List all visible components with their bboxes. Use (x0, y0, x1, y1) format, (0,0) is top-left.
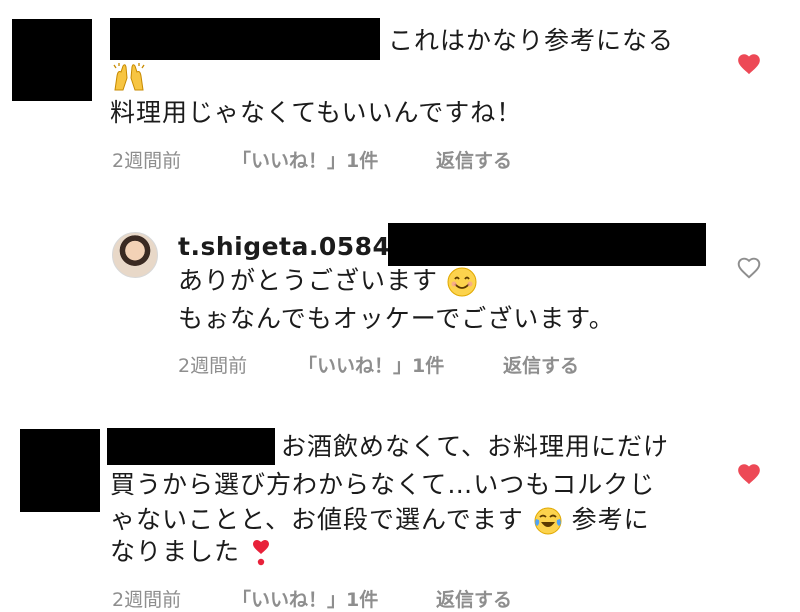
comment-time: 2週間前 (112, 150, 182, 172)
comment-3: お酒飲めなくて、お料理用にだけ 買うから選び方わからなくて…いつもコルクじ ゃな… (0, 415, 800, 611)
comment-text-line-2: 料理用じゃなくてもいいんですね！ (110, 98, 523, 127)
like-heart-icon[interactable] (736, 461, 762, 487)
heart-exclamation-icon (252, 540, 269, 566)
username[interactable]: t.shigeta.0584 (178, 232, 390, 261)
avatar-redacted[interactable] (20, 429, 100, 512)
comment-1: これはかなり参考になる 料理用じゃなくてもいいんですね！ 2週間前 「いいね！」… (0, 0, 800, 185)
like-heart-icon[interactable] (736, 51, 762, 77)
text-redacted (388, 223, 706, 266)
comment-time: 2週間前 (112, 589, 182, 611)
comment-text-line-2: もぉなんでもオッケーでございます。 (178, 304, 615, 333)
comment-text-line-3a: ゃないことと、お値段で選んでます (110, 505, 524, 534)
tears-of-joy-icon (534, 507, 562, 535)
comment-text-line-1-text: ありがとうございます (178, 266, 439, 295)
reply-button[interactable]: 返信する (436, 146, 512, 173)
comment-text-line-3: ゃないことと、お値段で選んでます 参考に (110, 503, 650, 537)
like-heart-outline-icon[interactable] (736, 255, 762, 281)
likes-count-link[interactable]: 「いいね！」1件 (298, 351, 444, 378)
comment-text-line-3b: 参考に (571, 505, 650, 534)
comment-text-line-4: なりました (110, 535, 273, 569)
username-redacted[interactable] (107, 428, 275, 465)
comment-text-line-1: これはかなり参考になる (388, 26, 675, 55)
avatar[interactable] (112, 232, 158, 278)
comment-text-line-1: お酒飲めなくて、お料理用にだけ (281, 432, 670, 461)
likes-count-link[interactable]: 「いいね！」1件 (232, 146, 378, 173)
reply-button[interactable]: 返信する (503, 351, 579, 378)
raising-hands-icon (113, 63, 145, 91)
avatar-redacted[interactable] (12, 19, 92, 101)
comment-2-reply: t.shigeta.0584 ありがとうございます もぉなんでもオッケーでござい… (0, 215, 800, 385)
likes-count-link[interactable]: 「いいね！」1件 (232, 585, 378, 612)
smiling-face-icon (447, 267, 477, 297)
comment-time: 2週間前 (178, 355, 248, 377)
comment-text-line-2: 買うから選び方わからなくて…いつもコルクじ (110, 470, 656, 499)
reply-button[interactable]: 返信する (436, 585, 512, 612)
comment-text-line-1: ありがとうございます (178, 264, 477, 298)
username-redacted[interactable] (110, 18, 380, 60)
comment-text-line-4-text: なりました (110, 537, 241, 566)
